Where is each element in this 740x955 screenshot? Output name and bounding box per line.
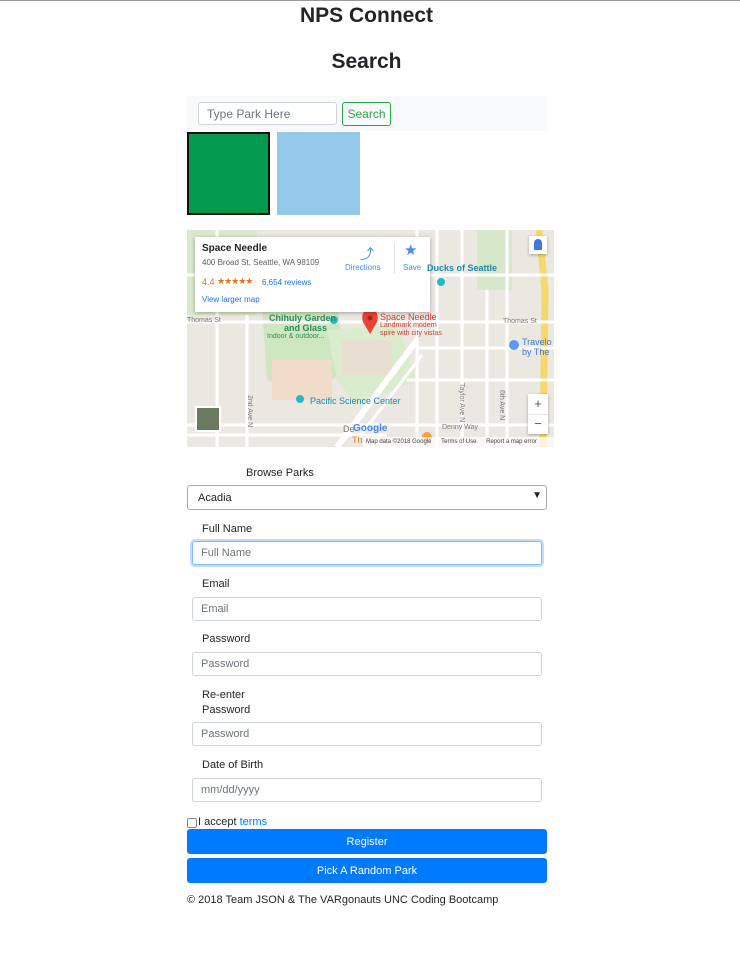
accept-text: I accept (198, 816, 237, 828)
zoom-controls: + − (528, 394, 548, 434)
place-info-card: Space Needle 400 Broad St, Seattle, WA 9… (195, 237, 430, 312)
blue-park-tile[interactable] (277, 132, 360, 215)
map-label-2nd-ave: 2nd Ave N (246, 395, 253, 428)
map-label-thomas-e: Thomas St (503, 318, 537, 325)
email-field[interactable] (192, 597, 542, 621)
map-label-chihuly: Chihuly Garden (269, 313, 337, 323)
browse-parks-label: Browse Parks (246, 467, 314, 479)
random-park-button[interactable]: Pick A Random Park (187, 858, 547, 883)
directions-link[interactable]: Directions (345, 263, 381, 272)
save-star-icon[interactable]: ★ (404, 241, 417, 259)
map-label-denny: Denny Way (442, 424, 478, 431)
reenter-label-line-2: Password (202, 704, 251, 716)
map-label-6th: 6th Ave N (498, 390, 505, 421)
reviews-link[interactable]: 6,654 reviews (262, 278, 311, 287)
map-label-ducks: Ducks of Seattle (427, 263, 498, 273)
register-button[interactable]: Register (187, 829, 547, 854)
reenter-password-label: Re-enter Password (202, 688, 250, 718)
terms-of-use-link[interactable]: Terms of Use (441, 439, 476, 445)
star-rating-icon: ★★★★★ (217, 276, 253, 286)
map-data-text: Map data ©2018 Google (366, 439, 432, 445)
map-label-thomas-w: Thomas St (187, 317, 221, 324)
map-label-chihuly-3: Indoor & outdoor... (267, 333, 325, 340)
map-label-needle: Space Needle (380, 312, 437, 322)
reenter-label-line-1: Re-enter (202, 689, 245, 701)
map-label-taylor: Taylor Ave N (458, 383, 465, 423)
street-view-pegman[interactable] (529, 236, 547, 254)
terms-link[interactable]: terms (240, 816, 268, 828)
satellite-toggle[interactable] (195, 406, 221, 432)
full-name-field[interactable] (192, 541, 542, 565)
map-label-th: Th (352, 435, 363, 445)
date-of-birth-field[interactable] (192, 778, 542, 802)
accept-terms-label: I accept terms (198, 815, 267, 830)
map-label-travelo-2: by The (522, 347, 550, 357)
card-divider (394, 243, 395, 273)
reenter-password-field[interactable] (192, 722, 542, 746)
search-button[interactable]: Search (342, 102, 391, 126)
directions-icon[interactable]: ⤴ (360, 244, 374, 264)
map-label-chihuly-2: and Glass (284, 323, 328, 333)
copyright-footer: © 2018 Team JSON & The VARgonauts UNC Co… (187, 894, 499, 906)
search-heading: Search (331, 50, 402, 73)
save-link[interactable]: Save (403, 263, 421, 272)
place-name: Space Needle (202, 243, 268, 254)
zoom-in-button[interactable]: + (528, 394, 548, 414)
map-label-needle-2: Landmark modern (380, 322, 437, 329)
chevron-down-icon: ▼ (532, 490, 542, 501)
email-label: Email (202, 578, 230, 590)
zoom-out-button[interactable]: − (528, 414, 548, 435)
site-title: NPS Connect (299, 4, 433, 27)
place-address: 400 Broad St, Seattle, WA 98109 (202, 258, 320, 267)
selected-park: Acadia (198, 492, 232, 504)
map-label-needle-3: spire with city vistas (380, 330, 442, 337)
report-map-error-link[interactable]: Report a map error (486, 439, 537, 445)
browse-parks-select[interactable]: Acadia ▼ (187, 485, 547, 510)
map-label-travelo: Travelo (522, 337, 552, 347)
google-logo: Google (353, 423, 388, 434)
password-label: Password (202, 633, 251, 645)
password-field[interactable] (192, 652, 542, 676)
view-larger-map-link[interactable]: View larger map (202, 295, 260, 304)
green-park-tile[interactable] (187, 132, 270, 215)
map-label-pacific: Pacific Science Center (310, 396, 401, 406)
park-search-input[interactable] (198, 102, 337, 125)
embedded-map[interactable]: Space Needle 400 Broad St, Seattle, WA 9… (187, 230, 554, 447)
accept-terms-checkbox[interactable] (187, 818, 197, 828)
place-rating: 4.4 (202, 277, 215, 287)
search-bar: Search (187, 96, 547, 131)
date-of-birth-label: Date of Birth (202, 759, 264, 771)
map-attribution: Map data ©2018 Google Terms of Use Repor… (363, 437, 554, 447)
full-name-label: Full Name (202, 523, 253, 535)
